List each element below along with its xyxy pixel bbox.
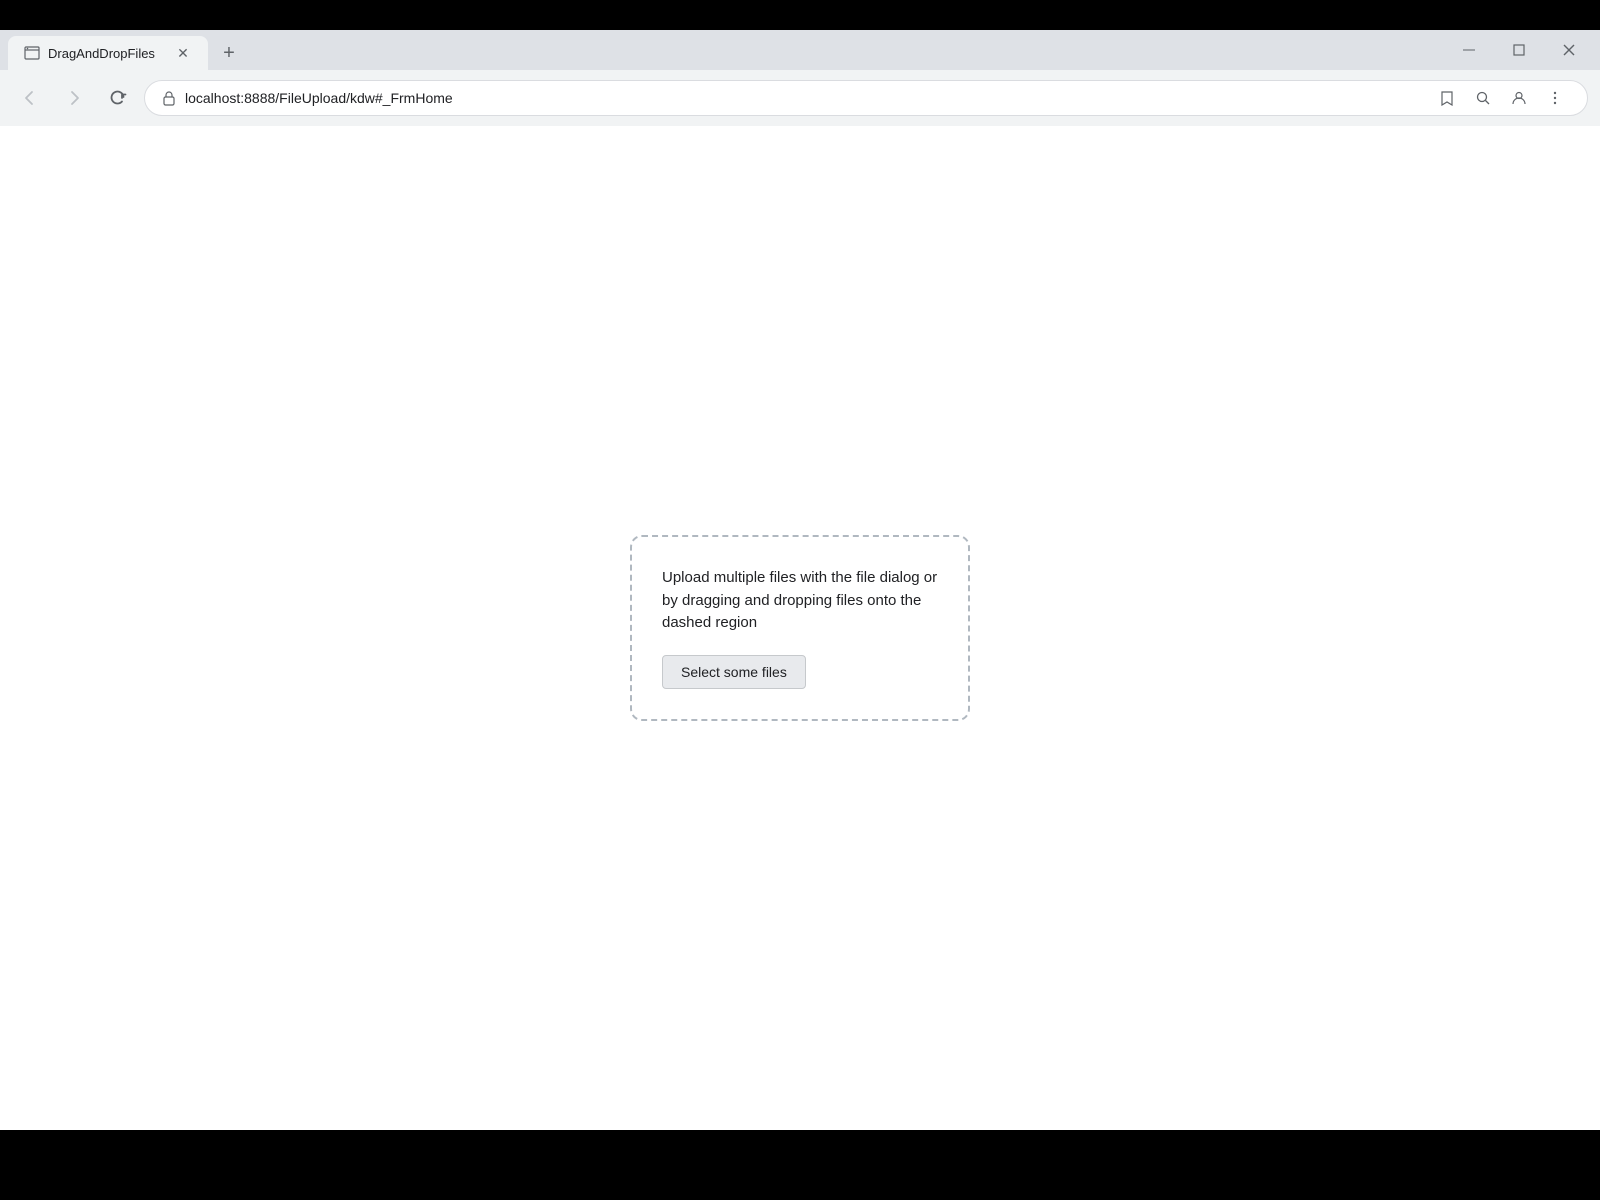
window-controls: [1446, 30, 1592, 70]
select-files-button[interactable]: Select some files: [662, 655, 806, 689]
back-button[interactable]: [12, 80, 48, 116]
menu-icon[interactable]: [1539, 82, 1571, 114]
address-bar[interactable]: localhost:8888/FileUpload/kdw#_FrmHome: [144, 80, 1588, 116]
lock-icon: [161, 90, 177, 106]
page-content: Upload multiple files with the file dial…: [0, 126, 1600, 1130]
browser-tab[interactable]: DragAndDropFiles ✕: [8, 36, 208, 70]
omnibox-bar: localhost:8888/FileUpload/kdw#_FrmHome: [0, 70, 1600, 126]
tab-title: DragAndDropFiles: [48, 46, 166, 61]
top-black-bar: [0, 0, 1600, 30]
profile-icon[interactable]: [1503, 82, 1535, 114]
close-button[interactable]: [1546, 30, 1592, 70]
refresh-button[interactable]: [100, 80, 136, 116]
tab-bar: DragAndDropFiles ✕ +: [0, 30, 1600, 70]
forward-button[interactable]: [56, 80, 92, 116]
browser-chrome: DragAndDropFiles ✕ +: [0, 30, 1600, 126]
drop-zone-instruction: Upload multiple files with the file dial…: [662, 567, 938, 635]
url-display: localhost:8888/FileUpload/kdw#_FrmHome: [185, 90, 1423, 106]
bottom-black-bar: [0, 1130, 1600, 1190]
new-tab-button[interactable]: +: [212, 36, 246, 70]
tab-page-icon: [24, 45, 40, 61]
omnibox-actions: [1431, 82, 1571, 114]
minimize-button[interactable]: [1446, 30, 1492, 70]
bookmark-icon[interactable]: [1431, 82, 1463, 114]
search-icon[interactable]: [1467, 82, 1499, 114]
drop-zone[interactable]: Upload multiple files with the file dial…: [630, 535, 970, 721]
maximize-button[interactable]: [1496, 30, 1542, 70]
tab-close-button[interactable]: ✕: [174, 44, 192, 62]
